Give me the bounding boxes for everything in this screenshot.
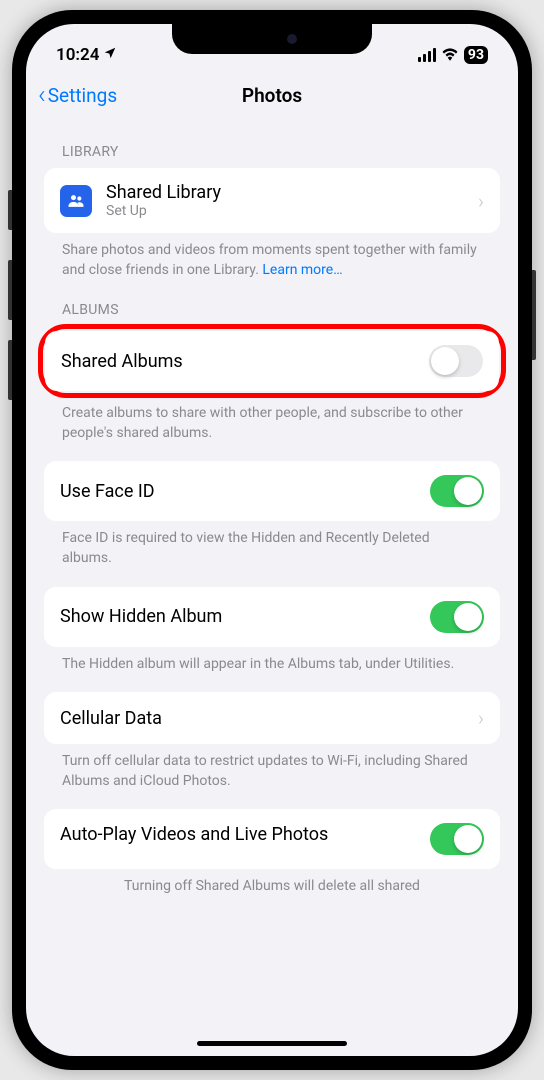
battery-indicator: 93 <box>464 46 488 64</box>
chevron-right-icon: › <box>478 189 484 213</box>
back-button[interactable]: ‹ Settings <box>38 82 117 108</box>
page-title: Photos <box>242 84 302 107</box>
hidden-album-footer: The Hidden album will appear in the Albu… <box>44 647 500 675</box>
cellular-data-title: Cellular Data <box>60 708 162 729</box>
library-footer: Share photos and videos from moments spe… <box>44 233 500 280</box>
albums-footer: Create albums to share with other people… <box>44 396 500 443</box>
autoplay-toggle[interactable] <box>430 823 484 855</box>
shared-albums-cell[interactable]: Shared Albums <box>45 331 499 391</box>
location-arrow-icon <box>103 46 117 64</box>
face-id-footer: Face ID is required to view the Hidden a… <box>44 521 500 568</box>
shared-library-subtitle: Set Up <box>106 203 221 219</box>
chevron-right-icon: › <box>478 706 484 730</box>
navigation-bar: ‹ Settings Photos <box>26 72 518 122</box>
use-face-id-cell[interactable]: Use Face ID <box>44 461 500 521</box>
use-face-id-toggle[interactable] <box>430 475 484 507</box>
screen: 10:24 93 ‹ Settings <box>26 24 518 1056</box>
use-face-id-title: Use Face ID <box>60 481 155 502</box>
people-group-icon <box>60 185 92 217</box>
section-header-albums: ALBUMS <box>44 280 500 326</box>
shared-albums-title: Shared Albums <box>61 351 183 372</box>
shared-library-cell[interactable]: Shared Library Set Up › <box>44 168 500 233</box>
notch <box>172 24 372 54</box>
home-indicator[interactable] <box>197 1041 347 1046</box>
show-hidden-album-toggle[interactable] <box>430 601 484 633</box>
wifi-icon <box>441 46 459 65</box>
cellular-data-cell[interactable]: Cellular Data › <box>44 692 500 744</box>
status-time: 10:24 <box>56 45 99 65</box>
volume-up-button <box>8 260 12 320</box>
front-camera-icon <box>287 34 297 44</box>
battery-level: 93 <box>468 47 484 63</box>
learn-more-link[interactable]: Learn more… <box>262 262 342 278</box>
show-hidden-album-cell[interactable]: Show Hidden Album <box>44 587 500 647</box>
autoplay-cell[interactable]: Auto-Play Videos and Live Photos <box>44 809 500 869</box>
autoplay-footer: Turning off Shared Albums will delete al… <box>44 869 500 897</box>
power-button <box>532 270 536 360</box>
status-right: 93 <box>418 46 488 65</box>
phone-frame: 10:24 93 ‹ Settings <box>12 10 532 1070</box>
content-scroll[interactable]: LIBRARY Shared Library Set Up › Share ph… <box>26 122 518 897</box>
status-left: 10:24 <box>56 45 117 65</box>
mute-switch <box>8 190 12 230</box>
volume-down-button <box>8 340 12 400</box>
autoplay-title: Auto-Play Videos and Live Photos <box>60 823 328 846</box>
shared-albums-toggle[interactable] <box>429 345 483 377</box>
cellular-footer: Turn off cellular data to restrict updat… <box>44 744 500 791</box>
highlight-annotation: Shared Albums <box>38 324 506 398</box>
section-header-library: LIBRARY <box>44 122 500 168</box>
show-hidden-album-title: Show Hidden Album <box>60 606 222 627</box>
back-label: Settings <box>48 84 117 107</box>
shared-library-title: Shared Library <box>106 182 221 203</box>
chevron-left-icon: ‹ <box>38 82 46 108</box>
cellular-signal-icon <box>418 48 436 62</box>
